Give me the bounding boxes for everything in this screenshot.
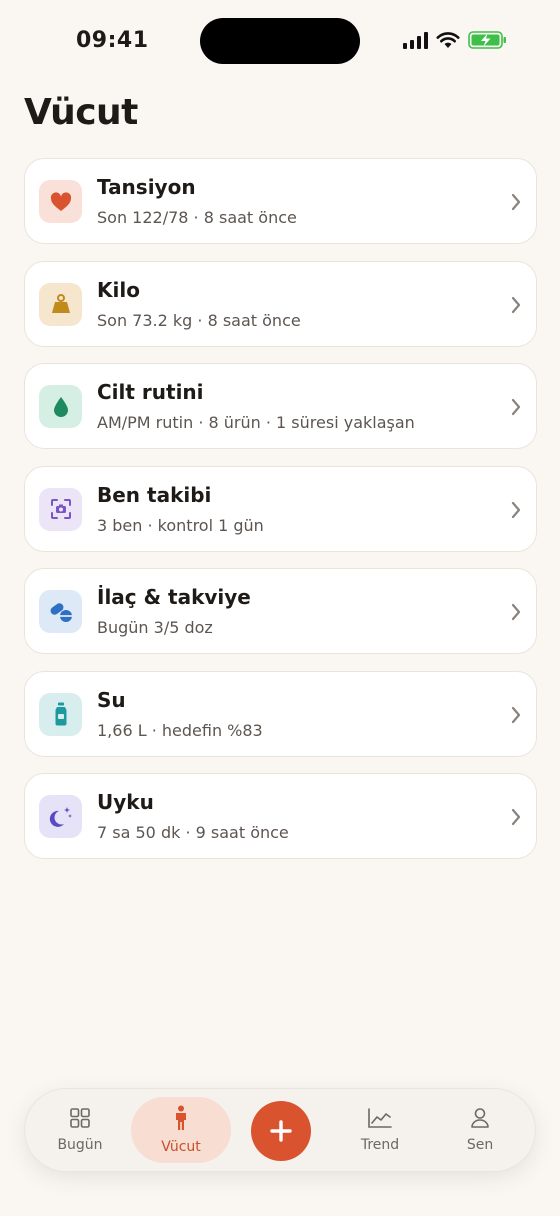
item-subtitle: Son 73.2 kg · 8 saat önce	[97, 310, 301, 330]
list-item-ben-takibi[interactable]: Ben takibi 3 ben · kontrol 1 gün	[24, 465, 537, 552]
tab-sen[interactable]: Sen	[437, 1097, 523, 1163]
camera-scan-icon	[39, 487, 82, 531]
item-subtitle: Bugün 3/5 doz	[97, 618, 213, 637]
body-metrics-list: Tansiyon Son 122/78 · 8 saat önce Kilo S…	[24, 158, 537, 876]
pills-icon	[39, 590, 82, 633]
grid-icon	[70, 1108, 90, 1128]
moon-stars-icon	[39, 795, 82, 838]
page-title: Vücut	[24, 92, 138, 133]
item-title: Tansiyon	[97, 175, 196, 199]
tab-label: Sen	[466, 1137, 494, 1153]
dynamic-island	[200, 18, 360, 64]
bottom-tab-bar: Bugün Vücut Trend Sen	[24, 1088, 536, 1172]
add-button[interactable]	[251, 1101, 311, 1161]
list-item-su[interactable]: Su 1,66 L · hedefin %83	[24, 670, 537, 757]
item-subtitle: 1,66 L · hedefin %83	[97, 720, 263, 740]
tab-label: Vücut	[161, 1139, 201, 1155]
battery-charging-icon	[468, 31, 506, 49]
item-title: Su	[97, 687, 126, 712]
cellular-signal-icon	[403, 31, 428, 49]
chevron-right-icon	[511, 603, 521, 621]
list-item-uyku[interactable]: Uyku 7 sa 50 dk · 9 saat önce	[24, 773, 537, 859]
chevron-right-icon	[511, 706, 521, 723]
weight-icon	[39, 282, 82, 326]
chevron-right-icon	[511, 296, 521, 313]
item-subtitle: 3 ben · kontrol 1 gün	[97, 515, 264, 535]
item-title: Ben takibi	[97, 482, 212, 507]
tab-vucut[interactable]: Vücut	[131, 1097, 231, 1163]
status-bar: 09:41	[0, 0, 560, 80]
tab-trend[interactable]: Trend	[337, 1097, 423, 1163]
list-item-cilt-rutini[interactable]: Cilt rutini AM/PM rutin · 8 ürün · 1 sür…	[24, 363, 537, 449]
item-title: Cilt rutini	[97, 380, 204, 404]
list-item-ilac-takviye[interactable]: İlaç & takviye Bugün 3/5 doz	[24, 568, 537, 654]
list-item-kilo[interactable]: Kilo Son 73.2 kg · 8 saat önce	[24, 260, 537, 347]
body-icon	[176, 1105, 186, 1130]
plus-icon	[270, 1120, 292, 1142]
tab-bugun[interactable]: Bugün	[37, 1097, 123, 1163]
status-icons	[403, 30, 508, 50]
chevron-right-icon	[511, 398, 521, 416]
item-subtitle: Son 122/78 · 8 saat önce	[97, 208, 297, 227]
item-title: Uyku	[97, 790, 154, 814]
heart-icon	[39, 180, 82, 223]
chevron-right-icon	[511, 193, 521, 211]
tab-label: Bugün	[57, 1137, 103, 1153]
water-bottle-icon	[39, 692, 82, 736]
tab-label: Trend	[360, 1137, 400, 1153]
chart-icon	[368, 1108, 392, 1128]
item-title: İlaç & takviye	[97, 585, 251, 609]
chevron-right-icon	[511, 808, 521, 826]
item-title: Kilo	[97, 277, 140, 302]
status-time: 09:41	[76, 28, 149, 53]
drop-icon	[39, 385, 82, 428]
item-subtitle: AM/PM rutin · 8 ürün · 1 süresi yaklaşan	[97, 413, 415, 432]
chevron-right-icon	[511, 501, 521, 518]
item-subtitle: 7 sa 50 dk · 9 saat önce	[97, 823, 289, 842]
wifi-icon	[436, 32, 460, 48]
person-icon	[471, 1108, 489, 1128]
list-item-tansiyon[interactable]: Tansiyon Son 122/78 · 8 saat önce	[24, 158, 537, 244]
